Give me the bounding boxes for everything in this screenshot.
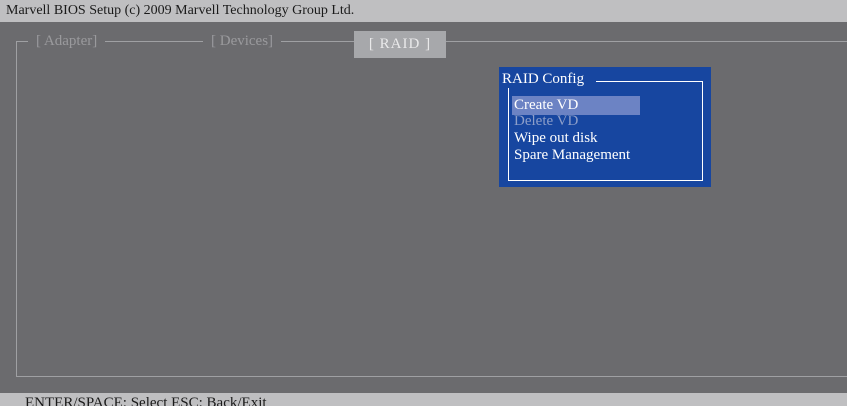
raid-config-menu: Create VD Delete VD Wipe out disk Spare …	[512, 96, 640, 164]
menu-item-spare-management[interactable]: Spare Management	[512, 147, 640, 164]
tab-adapter[interactable]: [ Adapter]	[28, 32, 106, 50]
menu-item-delete-vd[interactable]: Delete VD	[512, 113, 640, 130]
raid-config-popup: RAID Config Create VD Delete VD Wipe out…	[499, 67, 711, 187]
menu-item-wipe-out-disk[interactable]: Wipe out disk	[512, 130, 640, 147]
tab-devices[interactable]: [ Devices]	[203, 32, 282, 50]
popup-title: RAID Config	[501, 70, 597, 88]
tab-raid[interactable]: [ RAID ]	[354, 31, 446, 58]
status-bar: ENTER/SPACE: Select ESC: Back/Exit	[0, 393, 847, 406]
main-frame	[16, 41, 847, 377]
title-bar: Marvell BIOS Setup (c) 2009 Marvell Tech…	[0, 0, 847, 22]
